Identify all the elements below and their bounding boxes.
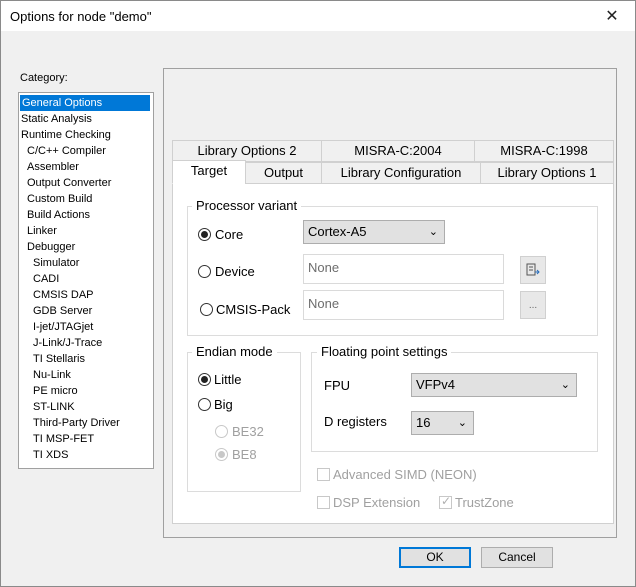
- ok-button[interactable]: OK: [399, 547, 471, 568]
- category-item[interactable]: TI MSP-FET: [19, 431, 153, 447]
- category-label: Category:: [20, 72, 68, 84]
- category-item[interactable]: Third-Party Driver: [19, 415, 153, 431]
- category-item[interactable]: PE micro: [19, 383, 153, 399]
- chevron-down-icon: ⌄: [457, 417, 467, 429]
- advanced-simd-checkbox[interactable]: [317, 468, 330, 481]
- category-item[interactable]: GDB Server: [19, 303, 153, 319]
- advanced-simd-label: Advanced SIMD (NEON): [333, 467, 477, 482]
- category-item[interactable]: CADI: [19, 271, 153, 287]
- big-endian-label: Big: [214, 397, 233, 412]
- tab-library-configuration[interactable]: Library Configuration: [321, 162, 481, 184]
- category-item[interactable]: Assembler: [19, 159, 153, 175]
- little-endian-radio[interactable]: [198, 373, 211, 386]
- core-radio[interactable]: [198, 228, 211, 241]
- category-item[interactable]: Static Analysis: [19, 111, 153, 127]
- cmsis-pack-radio[interactable]: [200, 303, 213, 316]
- dialog-title: Options for node "demo": [10, 9, 152, 24]
- fpu-select-value: VFPv4: [416, 377, 456, 392]
- close-icon[interactable]: ✕: [599, 5, 625, 27]
- floating-point-title: Floating point settings: [317, 344, 452, 359]
- device-label: Device: [215, 264, 255, 279]
- tab-library-options-2[interactable]: Library Options 2: [172, 140, 322, 162]
- dsp-extension-label: DSP Extension: [333, 495, 421, 510]
- cancel-button[interactable]: Cancel: [481, 547, 553, 568]
- fpu-select[interactable]: VFPv4 ⌄: [411, 373, 577, 397]
- floating-point-group: [311, 352, 598, 452]
- core-label: Core: [215, 227, 244, 242]
- big-endian-radio[interactable]: [198, 398, 211, 411]
- tab-misra-c-1998[interactable]: MISRA-C:1998: [474, 140, 614, 162]
- category-item[interactable]: General Options: [20, 95, 150, 111]
- category-item[interactable]: Simulator: [19, 255, 153, 271]
- tab-output[interactable]: Output: [245, 162, 322, 184]
- cmsis-pack-label: CMSIS-Pack: [216, 302, 291, 317]
- device-radio[interactable]: [198, 265, 211, 278]
- category-item[interactable]: I-jet/JTAGjet: [19, 319, 153, 335]
- category-list[interactable]: General Options Static Analysis Runtime Ch…: [18, 92, 154, 469]
- endian-mode-title: Endian mode: [192, 344, 277, 359]
- category-item[interactable]: Debugger: [19, 239, 153, 255]
- little-endian-label: Little: [214, 372, 242, 387]
- category-item[interactable]: Nu-Link: [19, 367, 153, 383]
- cmsis-pack-field[interactable]: None: [303, 290, 504, 320]
- options-dialog: Options for node "demo" ✕ Category: Gene…: [0, 0, 636, 587]
- category-item[interactable]: J-Link/J-Trace: [19, 335, 153, 351]
- processor-variant-title: Processor variant: [192, 198, 302, 213]
- device-list-icon: [526, 263, 540, 276]
- device-browse-button[interactable]: [520, 256, 546, 284]
- tab-misra-c-2004[interactable]: MISRA-C:2004: [321, 140, 475, 162]
- be32-label: BE32: [232, 424, 264, 439]
- d-registers-label: D registers: [324, 414, 387, 429]
- category-item[interactable]: Custom Build: [19, 191, 153, 207]
- tab-target[interactable]: Target: [172, 160, 246, 184]
- tab-library-options-1[interactable]: Library Options 1: [480, 162, 614, 184]
- title-bar: Options for node "demo" ✕: [1, 1, 635, 31]
- device-field[interactable]: None: [303, 254, 504, 284]
- category-item[interactable]: TI XDS: [19, 447, 153, 463]
- be8-label: BE8: [232, 447, 257, 462]
- chevron-down-icon: ⌄: [428, 226, 438, 238]
- category-item[interactable]: ST-LINK: [19, 399, 153, 415]
- category-item[interactable]: Output Converter: [19, 175, 153, 191]
- be8-radio[interactable]: [215, 448, 228, 461]
- d-registers-select[interactable]: 16 ⌄: [411, 411, 474, 435]
- category-item[interactable]: TI Stellaris: [19, 351, 153, 367]
- core-select-value: Cortex-A5: [308, 224, 367, 239]
- cmsis-pack-browse-button[interactable]: ...: [520, 291, 546, 319]
- dsp-extension-checkbox[interactable]: [317, 496, 330, 509]
- trustzone-label: TrustZone: [455, 495, 514, 510]
- category-item[interactable]: Build Actions: [19, 207, 153, 223]
- chevron-down-icon: ⌄: [560, 379, 570, 391]
- category-item[interactable]: C/C++ Compiler: [19, 143, 153, 159]
- be32-radio[interactable]: [215, 425, 228, 438]
- category-item[interactable]: CMSIS DAP: [19, 287, 153, 303]
- fpu-label: FPU: [324, 378, 350, 393]
- category-item[interactable]: Linker: [19, 223, 153, 239]
- d-registers-value: 16: [416, 415, 431, 430]
- core-select[interactable]: Cortex-A5 ⌄: [303, 220, 445, 244]
- category-item[interactable]: Runtime Checking: [19, 127, 153, 143]
- trustzone-checkbox[interactable]: [439, 494, 452, 509]
